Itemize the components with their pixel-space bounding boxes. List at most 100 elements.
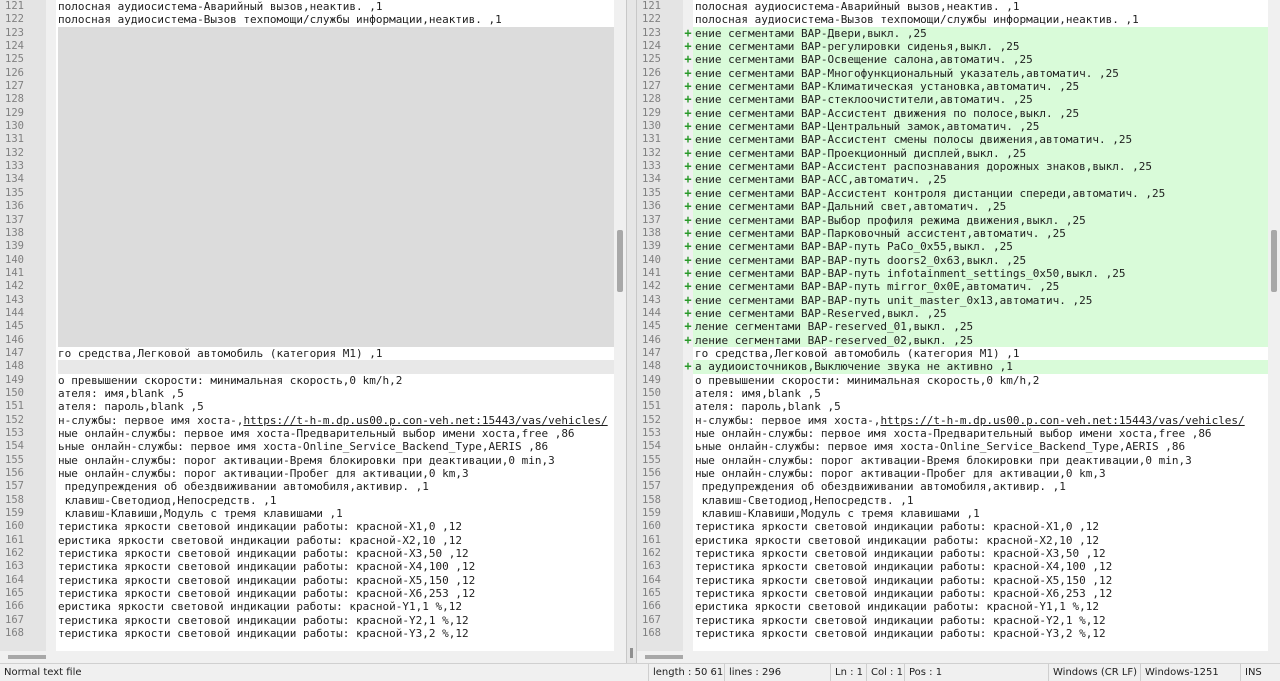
text-line[interactable]: 151 ателя: пароль,blank ,5: [637, 400, 1268, 413]
text-line[interactable]: 163 теристика яркости световой индикации …: [637, 560, 1268, 573]
text-line[interactable]: 146 + ление сегментами BAP-reserved_02,вык…: [637, 333, 1268, 347]
text-line[interactable]: 140: [0, 253, 614, 267]
text-line[interactable]: 131: [0, 133, 614, 147]
text-line[interactable]: 153 ные онлайн-службы: первое имя хоста-П…: [0, 427, 614, 440]
status-mode[interactable]: INS: [1240, 664, 1280, 681]
text-line[interactable]: 159 клавиш-Клавиши,Модуль с тремя клавиш…: [637, 507, 1268, 520]
text-line[interactable]: 121 полосная аудиосистема-Аварийный вызов…: [637, 0, 1268, 13]
text-line[interactable]: 156 ные онлайн-службы: порог активации-Пр…: [0, 467, 614, 480]
text-line[interactable]: 142 + ение сегментами BAP-BAP-путь mirror_…: [637, 279, 1268, 294]
text-line[interactable]: 146: [0, 333, 614, 347]
text-line[interactable]: 122 полосная аудиосистема-Вызов техпомощи…: [0, 13, 614, 26]
text-line[interactable]: 150 ателя: имя,blank ,5: [637, 387, 1268, 400]
text-line[interactable]: 142: [0, 280, 614, 294]
text-line[interactable]: 144 + ение сегментами BAP-Reserved,выкл. ,…: [637, 306, 1268, 321]
right-compare-pane[interactable]: 121 полосная аудиосистема-Аварийный вызов…: [637, 0, 1280, 663]
text-line[interactable]: 166 еристика яркости световой индикации р…: [0, 600, 614, 613]
text-line[interactable]: 132: [0, 146, 614, 161]
text-line[interactable]: 152 н-службы: первое имя хоста-,https://t…: [0, 414, 614, 427]
text-line[interactable]: 147 го средства,Легковой автомобиль (кате…: [637, 347, 1268, 360]
text-line[interactable]: 164 теристика яркости световой индикации …: [637, 574, 1268, 587]
text-line[interactable]: 132 + ение сегментами BAP-Проекционный дис…: [637, 146, 1268, 161]
text-line[interactable]: 162 теристика яркости световой индикации …: [0, 547, 614, 560]
text-line[interactable]: 139 + ение сегментами BAP-BAP-путь PaCo_0x…: [637, 239, 1268, 254]
text-line[interactable]: 134 + ение сегментами BAP-ACC,автоматич. ,…: [637, 173, 1268, 187]
text-line[interactable]: 157 предупреждения об обездвиживании авт…: [0, 480, 614, 493]
text-line[interactable]: 160 теристика яркости световой индикации …: [637, 520, 1268, 533]
text-line[interactable]: 154 ьные онлайн-службы: первое имя хоста-…: [0, 440, 614, 453]
text-line[interactable]: 129: [0, 106, 614, 121]
text-line[interactable]: 138 + ение сегментами BAP-Парковочный асси…: [637, 226, 1268, 241]
text-line[interactable]: 125 + ение сегментами BAP-Освещение салона…: [637, 53, 1268, 67]
text-line[interactable]: 133: [0, 160, 614, 174]
text-line[interactable]: 137 + ение сегментами BAP-Выбор профиля ре…: [637, 213, 1268, 227]
text-line[interactable]: 127: [0, 80, 614, 94]
text-line[interactable]: 168 теристика яркости световой индикации …: [637, 627, 1268, 640]
text-line[interactable]: 161 еристика яркости световой индикации р…: [0, 534, 614, 547]
text-line[interactable]: 124: [0, 40, 614, 54]
text-line[interactable]: 149 о превышении скорости: минимальная ск…: [637, 374, 1268, 387]
text-line[interactable]: 128 + ение сегментами BAP-стеклоочистители…: [637, 93, 1268, 107]
left-text-lines[interactable]: 121 полосная аудиосистема-Аварийный вызов…: [0, 0, 614, 641]
text-line[interactable]: 135: [0, 186, 614, 201]
text-line[interactable]: 129 + ение сегментами BAP-Ассистент движен…: [637, 106, 1268, 121]
left-vertical-scrollbar[interactable]: [614, 0, 626, 651]
text-line[interactable]: 159 клавиш-Клавиши,Модуль с тремя клавиш…: [0, 507, 614, 520]
text-line[interactable]: 125: [0, 53, 614, 67]
grip-icon[interactable]: [630, 648, 633, 658]
text-line[interactable]: 167 теристика яркости световой индикации …: [637, 614, 1268, 627]
text-line[interactable]: 154 ьные онлайн-службы: первое имя хоста-…: [637, 440, 1268, 453]
text-line[interactable]: 155 ные онлайн-службы: порог активации-Вр…: [0, 454, 614, 467]
status-eol[interactable]: Windows (CR LF): [1048, 664, 1140, 681]
text-line[interactable]: 130: [0, 120, 614, 134]
text-line[interactable]: 136 + ение сегментами BAP-Дальний свет,авт…: [637, 199, 1268, 214]
text-line[interactable]: 141 + ение сегментами BAP-BAP-путь infotai…: [637, 266, 1268, 281]
right-horizontal-scroll-thumb[interactable]: [645, 655, 683, 659]
text-line[interactable]: 126 + ение сегментами BAP-Многофункциональ…: [637, 66, 1268, 81]
text-line[interactable]: 139: [0, 240, 614, 254]
right-horizontal-scrollbar[interactable]: [637, 651, 1280, 663]
text-line[interactable]: 156 ные онлайн-службы: порог активации-Пр…: [637, 467, 1268, 480]
text-line[interactable]: 152 н-службы: первое имя хоста-,https://t…: [637, 414, 1268, 427]
right-vertical-scroll-thumb[interactable]: [1271, 230, 1277, 292]
text-line[interactable]: 123: [0, 26, 614, 41]
left-vertical-scroll-thumb[interactable]: [617, 230, 623, 292]
text-line[interactable]: 166 еристика яркости световой индикации р…: [637, 600, 1268, 613]
text-line[interactable]: 130 + ение сегментами BAP-Центральный замо…: [637, 119, 1268, 134]
text-line[interactable]: 134: [0, 173, 614, 187]
text-line[interactable]: 158 клавиш-Светодиод,Непосредств. ,1: [0, 494, 614, 507]
text-line[interactable]: 128: [0, 93, 614, 107]
text-line[interactable]: 150 ателя: имя,blank ,5: [0, 387, 614, 400]
text-line[interactable]: 162 теристика яркости световой индикации …: [637, 547, 1268, 560]
text-line[interactable]: 124 + ение сегментами BAP-регулировки сиде…: [637, 39, 1268, 54]
text-line[interactable]: 144: [0, 306, 614, 321]
right-text-lines[interactable]: 121 полосная аудиосистема-Аварийный вызов…: [637, 0, 1268, 641]
text-line[interactable]: 153 ные онлайн-службы: первое имя хоста-П…: [637, 427, 1268, 440]
text-line[interactable]: 158 клавиш-Светодиод,Непосредств. ,1: [637, 494, 1268, 507]
url-link[interactable]: https://t-h-m.dp.us00.p.con-veh.net:1544…: [243, 414, 607, 427]
left-horizontal-scroll-thumb[interactable]: [8, 655, 46, 659]
left-horizontal-scrollbar[interactable]: [0, 651, 626, 663]
url-link[interactable]: https://t-h-m.dp.us00.p.con-veh.net:1544…: [880, 414, 1244, 427]
status-encoding[interactable]: Windows-1251: [1140, 664, 1240, 681]
text-line[interactable]: 133 + ение сегментами BAP-Ассистент распоз…: [637, 159, 1268, 174]
text-line[interactable]: 140 + ение сегментами BAP-BAP-путь doors2_…: [637, 253, 1268, 267]
text-line[interactable]: 151 ателя: пароль,blank ,5: [0, 400, 614, 413]
text-line[interactable]: 160 теристика яркости световой индикации …: [0, 520, 614, 533]
text-line[interactable]: 141: [0, 266, 614, 281]
text-line[interactable]: 143 + ение сегментами BAP-BAP-путь unit_ma…: [637, 293, 1268, 307]
text-line[interactable]: 164 теристика яркости световой индикации …: [0, 574, 614, 587]
text-line[interactable]: 135 + ение сегментами BAP-Ассистент контро…: [637, 186, 1268, 201]
text-line[interactable]: 123 + ение сегментами BAP-Двери,выкл. ,25: [637, 26, 1268, 41]
text-line[interactable]: 161 еристика яркости световой индикации р…: [637, 534, 1268, 547]
text-line[interactable]: 131 + ение сегментами BAP-Ассистент смены …: [637, 133, 1268, 147]
text-line[interactable]: 157 предупреждения об обездвиживании авт…: [637, 480, 1268, 493]
text-line[interactable]: 122 полосная аудиосистема-Вызов техпомощи…: [637, 13, 1268, 26]
text-line[interactable]: 127 + ение сегментами BAP-Климатическая ус…: [637, 79, 1268, 94]
text-line[interactable]: 155 ные онлайн-службы: порог активации-Вр…: [637, 454, 1268, 467]
text-line[interactable]: 147 го средства,Легковой автомобиль (кате…: [0, 347, 614, 360]
text-line[interactable]: 143: [0, 293, 614, 307]
left-compare-pane[interactable]: 121 полосная аудиосистема-Аварийный вызов…: [0, 0, 626, 663]
pane-splitter[interactable]: [626, 0, 637, 663]
text-line[interactable]: 136: [0, 200, 614, 214]
